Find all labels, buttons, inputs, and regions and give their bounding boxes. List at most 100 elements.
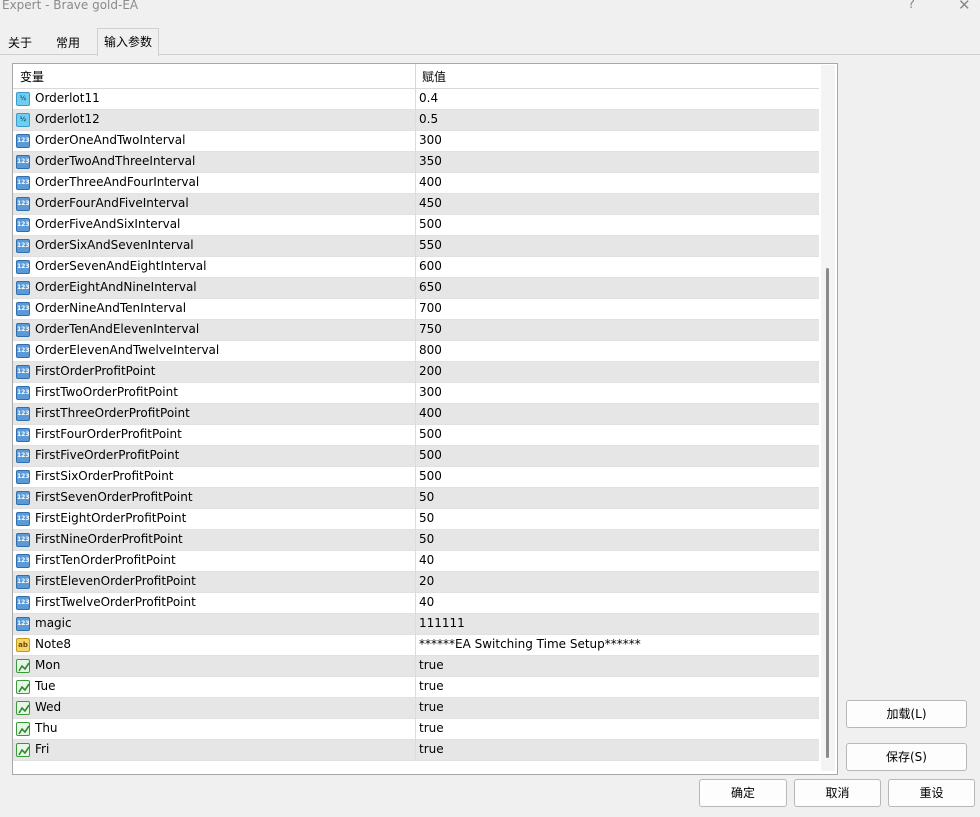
variable-value[interactable]: 700 [419,301,442,315]
table-row[interactable]: 123 OrderFourAndFiveInterval 450 [13,194,819,215]
variable-value[interactable]: 40 [419,595,434,609]
table-row[interactable]: 123 OrderTenAndElevenInterval 750 [13,320,819,341]
table-row[interactable]: 123 magic 111111 [13,614,819,635]
variable-value[interactable]: 0.4 [419,91,438,105]
variable-value[interactable]: 300 [419,385,442,399]
integer-icon: 123 [16,470,30,484]
variable-value[interactable]: ******EA Switching Time Setup****** [419,637,641,651]
variable-value[interactable]: 500 [419,427,442,441]
variable-value[interactable]: 350 [419,154,442,168]
tab-common[interactable]: 常用 [50,32,86,54]
variable-value[interactable]: true [419,700,444,714]
variable-value[interactable]: 500 [419,448,442,462]
variable-value[interactable]: 600 [419,259,442,273]
reset-button[interactable]: 重设 [888,779,975,807]
table-row[interactable]: 123 OrderThreeAndFourInterval 400 [13,173,819,194]
variable-value[interactable]: true [419,742,444,756]
table-row[interactable]: ab Note8 ******EA Switching Time Setup****… [13,635,819,656]
variable-value[interactable]: 40 [419,553,434,567]
ok-button[interactable]: 确定 [699,779,787,807]
table-row[interactable]: 123 FirstSevenOrderProfitPoint 50 [13,488,819,509]
table-row[interactable]: 123 FirstSixOrderProfitPoint 500 [13,467,819,488]
variable-value[interactable]: 0.5 [419,112,438,126]
variable-value[interactable]: true [419,721,444,735]
cell-divider [415,509,416,530]
variable-value[interactable]: 400 [419,175,442,189]
table-row[interactable]: 123 FirstTwoOrderProfitPoint 300 [13,383,819,404]
variable-value[interactable]: 750 [419,322,442,336]
cell-divider [415,89,416,110]
table-row[interactable]: 123 OrderSixAndSevenInterval 550 [13,236,819,257]
variable-name: FirstNineOrderProfitPoint [35,532,183,546]
table-row[interactable]: 123 OrderEightAndNineInterval 650 [13,278,819,299]
variable-value[interactable]: 50 [419,511,434,525]
table-row[interactable]: Tue true [13,677,819,698]
table-row[interactable]: 123 FirstThreeOrderProfitPoint 400 [13,404,819,425]
variable-value[interactable]: 20 [419,574,434,588]
variable-name: OrderNineAndTenInterval [35,301,187,315]
variable-value[interactable]: 111111 [419,616,465,630]
variable-name: OrderFiveAndSixInterval [35,217,181,231]
parameters-grid[interactable]: 变量 赋值 ½ Orderlot11 0.4 ½ Orderlot12 0.5 123 Ord… [12,63,838,775]
variable-value[interactable]: 50 [419,532,434,546]
variable-value[interactable]: 450 [419,196,442,210]
close-icon[interactable]: ✕ [958,0,971,14]
cell-divider [415,656,416,677]
column-header-variable[interactable]: 变量 [20,68,44,85]
cancel-button[interactable]: 取消 [794,779,881,807]
variable-value[interactable]: 50 [419,490,434,504]
table-row[interactable]: 123 OrderTwoAndThreeInterval 350 [13,152,819,173]
variable-value[interactable]: 650 [419,280,442,294]
vertical-scrollbar[interactable] [821,65,835,771]
table-row[interactable]: ½ Orderlot12 0.5 [13,110,819,131]
table-row[interactable]: Fri true [13,740,819,761]
table-row[interactable]: 123 OrderFiveAndSixInterval 500 [13,215,819,236]
variable-value[interactable]: true [419,658,444,672]
table-row[interactable]: Thu true [13,719,819,740]
table-row[interactable]: 123 FirstEightOrderProfitPoint 50 [13,509,819,530]
variable-name: OrderSixAndSevenInterval [35,238,194,252]
column-header-value[interactable]: 赋值 [422,68,446,85]
column-divider[interactable] [415,64,416,88]
table-row[interactable]: 123 FirstOrderProfitPoint 200 [13,362,819,383]
variable-value[interactable]: 300 [419,133,442,147]
table-row[interactable]: 123 FirstTwelveOrderProfitPoint 40 [13,593,819,614]
table-row[interactable]: 123 FirstElevenOrderProfitPoint 20 [13,572,819,593]
table-row[interactable]: Wed true [13,698,819,719]
integer-icon: 123 [16,134,30,148]
cell-divider [415,173,416,194]
integer-icon: 123 [16,218,30,232]
variable-value[interactable]: 500 [419,217,442,231]
tab-about[interactable]: 关于 [2,32,38,54]
variable-value[interactable]: 200 [419,364,442,378]
bool-icon [16,743,30,757]
cell-divider [415,131,416,152]
table-row[interactable]: 123 OrderElevenAndTwelveInterval 800 [13,341,819,362]
save-button[interactable]: 保存(S) [846,743,967,771]
table-row[interactable]: 123 FirstFiveOrderProfitPoint 500 [13,446,819,467]
tab-inputs[interactable]: 输入参数 [97,28,160,56]
table-row[interactable]: Mon true [13,656,819,677]
variable-value[interactable]: true [419,679,444,693]
help-button[interactable]: ? [908,0,915,12]
table-row[interactable]: 123 OrderOneAndTwoInterval 300 [13,131,819,152]
load-button[interactable]: 加载(L) [846,700,967,728]
table-row[interactable]: 123 FirstNineOrderProfitPoint 50 [13,530,819,551]
variable-value[interactable]: 400 [419,406,442,420]
table-row[interactable]: 123 OrderNineAndTenInterval 700 [13,299,819,320]
variable-value[interactable]: 500 [419,469,442,483]
table-row[interactable]: ½ Orderlot11 0.4 [13,89,819,110]
cell-divider [415,110,416,131]
variable-value[interactable]: 800 [419,343,442,357]
integer-icon: 123 [16,386,30,400]
table-row[interactable]: 123 FirstTenOrderProfitPoint 40 [13,551,819,572]
integer-icon: 123 [16,575,30,589]
integer-icon: 123 [16,344,30,358]
variable-value[interactable]: 550 [419,238,442,252]
scrollbar-thumb[interactable] [826,268,829,758]
variable-name: OrderOneAndTwoInterval [35,133,186,147]
cell-divider [415,572,416,593]
table-row[interactable]: 123 OrderSevenAndEightInterval 600 [13,257,819,278]
table-row[interactable]: 123 FirstFourOrderProfitPoint 500 [13,425,819,446]
cell-divider [415,215,416,236]
